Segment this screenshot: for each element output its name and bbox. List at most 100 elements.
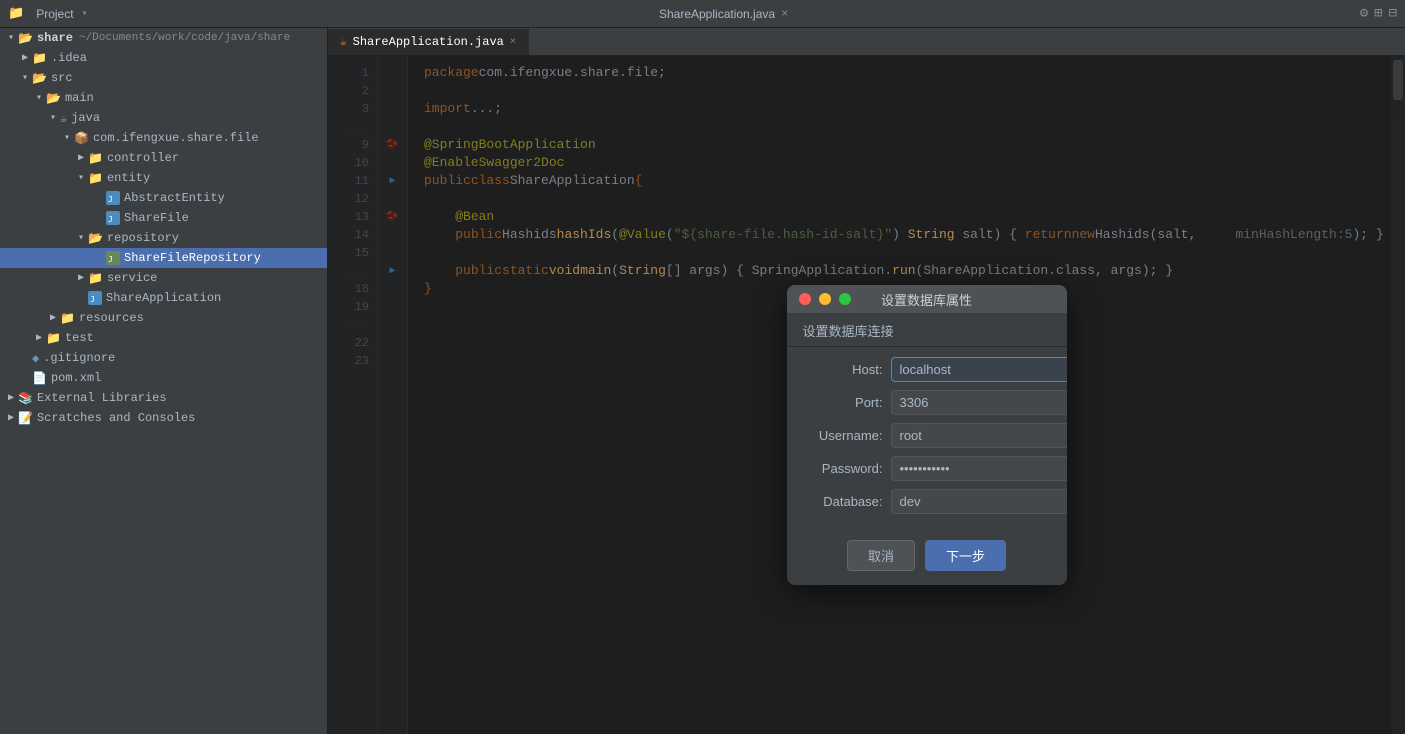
password-input[interactable] — [891, 456, 1067, 481]
modal-title: 设置数据库属性 — [881, 290, 972, 309]
settings-icon[interactable]: ⚙ — [1360, 5, 1368, 22]
sidebar-item-resources[interactable]: ▶ 📁 resources — [0, 308, 327, 328]
sidebar-item-src[interactable]: ▾ 📂 src — [0, 68, 327, 88]
form-row-database: Database: — [803, 489, 1051, 514]
sidebar-item-label: entity — [107, 171, 150, 185]
sidebar-item-label: .gitignore — [43, 351, 115, 365]
java-icon-tab: ☕ — [340, 35, 347, 49]
folder-icon-repo: 📂 — [88, 231, 103, 246]
sidebar-item-label: pom.xml — [51, 371, 101, 385]
sidebar-item-abstract-entity[interactable]: J AbstractEntity — [0, 188, 327, 208]
sidebar-item-controller[interactable]: ▶ 📁 controller — [0, 148, 327, 168]
toolbar-icons: ⚙ ⊞ ⊟ — [1360, 5, 1397, 22]
sidebar-item-share-application[interactable]: J ShareApplication — [0, 288, 327, 308]
port-input[interactable] — [891, 390, 1067, 415]
sidebar-item-label: java — [71, 111, 100, 125]
toolbar-icon-2[interactable]: ⊞ — [1374, 5, 1382, 22]
sidebar-item-entity[interactable]: ▾ 📁 entity — [0, 168, 327, 188]
editor-tab-share-application[interactable]: ☕ ShareApplication.java × — [328, 29, 529, 55]
sidebar-item-share[interactable]: ▾ 📂 share ~/Documents/work/code/java/sha… — [0, 28, 327, 48]
cancel-button[interactable]: 取消 — [847, 540, 915, 571]
expand-arrow-scratches: ▶ — [4, 412, 18, 424]
toolbar-icon-3[interactable]: ⊟ — [1389, 5, 1397, 22]
folder-icon-src: 📂 — [32, 71, 47, 86]
modal-subtitle: 设置数据库连接 — [787, 313, 1067, 347]
traffic-light-yellow[interactable] — [819, 293, 831, 305]
form-row-port: Port: — [803, 390, 1051, 415]
folder-icon-entity: 📁 — [88, 171, 103, 186]
sidebar-item-label: ShareFileRepository — [124, 251, 261, 265]
tab-close-btn[interactable]: × — [781, 7, 788, 21]
sidebar-item-share-file[interactable]: J ShareFile — [0, 208, 327, 228]
svg-text:J: J — [108, 215, 113, 224]
expand-arrow-pkg: ▾ — [60, 132, 74, 144]
database-properties-modal: 设置数据库属性 设置数据库连接 Host: Port: — [787, 285, 1067, 585]
sidebar-item-scratches[interactable]: ▶ 📝 Scratches and Consoles — [0, 408, 327, 428]
next-button[interactable]: 下一步 — [925, 540, 1006, 571]
sidebar-item-label: .idea — [51, 51, 87, 65]
expand-arrow-test: ▶ — [32, 332, 46, 344]
editor-tabs: ☕ ShareApplication.java × — [328, 28, 1405, 56]
xml-icon: 📄 — [32, 371, 47, 386]
sidebar-item-label: resources — [79, 311, 144, 325]
sidebar-item-pom[interactable]: 📄 pom.xml — [0, 368, 327, 388]
sidebar-item-label: ShareFile — [124, 211, 189, 225]
modal-overlay: 设置数据库属性 设置数据库连接 Host: Port: — [328, 56, 1405, 734]
database-input[interactable] — [891, 489, 1067, 514]
sidebar-item-java[interactable]: ▾ ☕ java — [0, 108, 327, 128]
svg-text:J: J — [108, 255, 113, 264]
sidebar-item-repository[interactable]: ▾ 📂 repository — [0, 228, 327, 248]
sidebar-item-gitignore[interactable]: ◆ .gitignore — [0, 348, 327, 368]
modal-body: Host: Port: Username: — [787, 347, 1067, 532]
folder-icon-res: 📁 — [60, 311, 75, 326]
java-file-icon-sfr: J — [106, 251, 120, 265]
username-input[interactable] — [891, 423, 1067, 448]
sidebar-item-main[interactable]: ▾ 📂 main — [0, 88, 327, 108]
editor-area: ☕ ShareApplication.java × 1 2 3 ... 9 10… — [328, 28, 1405, 734]
package-icon: 📦 — [74, 131, 89, 146]
sidebar: ▾ 📂 share ~/Documents/work/code/java/sha… — [0, 28, 328, 734]
expand-arrow-svc: ▶ — [74, 272, 88, 284]
tab-title: ShareApplication.java — [659, 7, 775, 21]
form-row-password: Password: — [803, 456, 1051, 481]
editor-tab-close-btn[interactable]: × — [510, 37, 516, 48]
sidebar-item-share-file-repository[interactable]: J ShareFileRepository — [0, 248, 327, 268]
editor-tab-label: ShareApplication.java — [353, 35, 504, 49]
java-file-icon-sa: J — [88, 291, 102, 305]
expand-arrow-main: ▾ — [32, 92, 46, 104]
folder-icon-svc: 📁 — [88, 271, 103, 286]
expand-arrow-entity: ▾ — [74, 172, 88, 184]
folder-icon-share: 📂 — [18, 31, 33, 46]
title-bar: 📁 Project ▾ ShareApplication.java × ⚙ ⊞ … — [0, 0, 1405, 28]
expand-arrow-src: ▾ — [18, 72, 32, 84]
scratches-icon: 📝 — [18, 411, 33, 426]
traffic-light-red[interactable] — [799, 293, 811, 305]
expand-arrow-res: ▶ — [46, 312, 60, 324]
modal-footer: 取消 下一步 — [787, 532, 1067, 585]
host-label: Host: — [803, 362, 883, 377]
sidebar-item-idea[interactable]: ▶ 📁 .idea — [0, 48, 327, 68]
sidebar-item-label: AbstractEntity — [124, 191, 225, 205]
sidebar-item-test[interactable]: ▶ 📁 test — [0, 328, 327, 348]
sidebar-item-external-libs[interactable]: ▶ 📚 External Libraries — [0, 388, 327, 408]
database-label: Database: — [803, 494, 883, 509]
sidebar-item-service[interactable]: ▶ 📁 service — [0, 268, 327, 288]
expand-arrow-ctrl: ▶ — [74, 152, 88, 164]
project-label[interactable]: Project — [36, 7, 73, 21]
sidebar-item-label: controller — [107, 151, 179, 165]
expand-arrow-ext: ▶ — [4, 392, 18, 404]
svg-text:J: J — [108, 195, 113, 204]
sidebar-item-label: test — [65, 331, 94, 345]
expand-arrow: ▾ — [4, 32, 18, 44]
host-input[interactable] — [891, 357, 1067, 382]
sidebar-item-package[interactable]: ▾ 📦 com.ifengxue.share.file — [0, 128, 327, 148]
traffic-light-green[interactable] — [839, 293, 851, 305]
sidebar-item-label: main — [65, 91, 94, 105]
expand-arrow-idea: ▶ — [18, 52, 32, 64]
sidebar-item-label: com.ifengxue.share.file — [93, 131, 259, 145]
sidebar-item-label: service — [107, 271, 157, 285]
form-row-host: Host: — [803, 357, 1051, 382]
sidebar-item-path: ~/Documents/work/code/java/share — [79, 32, 290, 44]
sidebar-item-label: src — [51, 71, 73, 85]
password-label: Password: — [803, 461, 883, 476]
